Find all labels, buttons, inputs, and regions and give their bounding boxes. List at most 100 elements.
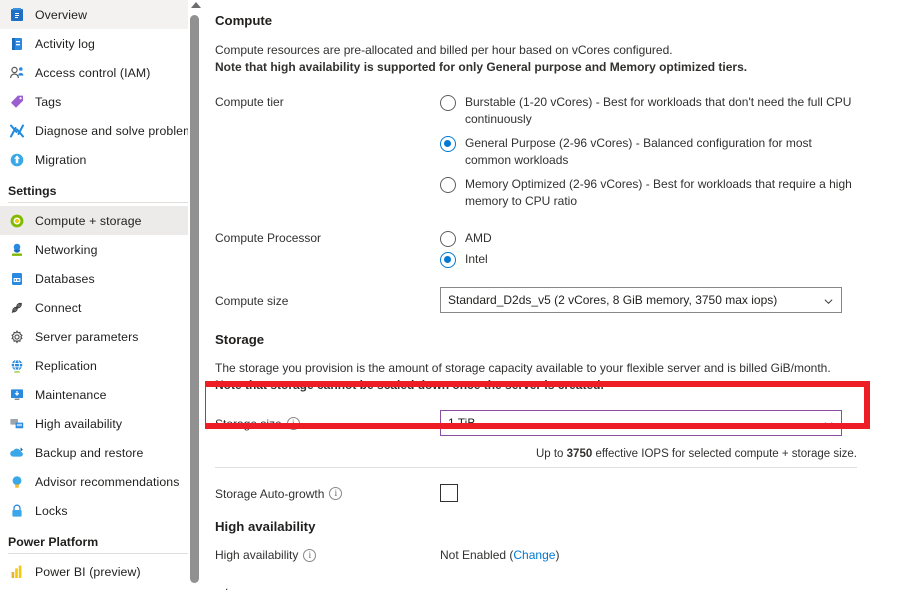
tags-icon [8, 93, 26, 111]
compute-size-dropdown[interactable]: Standard_D2ds_v5 (2 vCores, 8 GiB memory… [440, 287, 842, 313]
storage-size-field: 1 TiB [440, 410, 887, 436]
compute-tier-row: Compute tier Burstable (1-20 vCores) - B… [215, 94, 887, 217]
replication-icon [8, 357, 26, 375]
sidebar-divider-power-platform [8, 553, 191, 554]
sidebar-item-activity-log[interactable]: Activity log [0, 29, 205, 58]
high-availability-info-icon[interactable] [303, 548, 317, 562]
sidebar-item-label: Replication [35, 358, 97, 373]
high-availability-value-wrap: Not Enabled (Change) [440, 548, 887, 562]
sidebar-item-compute-storage[interactable]: Compute + storage [0, 206, 205, 235]
sidebar-item-label: Maintenance [35, 387, 107, 402]
storage-autogrowth-field [440, 484, 887, 502]
sidebar-item-label: Advisor recommendations [35, 474, 180, 489]
iops-hint: Up to 3750 effective IOPS for selected c… [215, 448, 857, 460]
compute-size-row: Compute size Standard_D2ds_v5 (2 vCores,… [215, 287, 887, 313]
sidebar-item-label: Connect [35, 300, 82, 315]
trailing-row: . [215, 578, 887, 593]
sidebar-item-label: Access control (IAM) [35, 65, 151, 80]
storage-autogrowth-label-wrap: Storage Auto-growth [215, 486, 440, 501]
sidebar-item-databases[interactable]: Databases [0, 264, 205, 293]
radio-amd-indicator[interactable] [440, 231, 456, 247]
radio-memory-optimized-indicator[interactable] [440, 177, 456, 193]
compute-size-label: Compute size [215, 293, 289, 308]
migration-icon [8, 151, 26, 169]
storage-divider [215, 467, 857, 468]
sidebar-item-overview[interactable]: Overview [0, 0, 205, 29]
server-parameters-icon [8, 328, 26, 346]
activity-log-icon [8, 35, 26, 53]
iops-hint-prefix: Up to [535, 448, 567, 460]
sidebar-item-backup-and-restore[interactable]: Backup and restore [0, 438, 205, 467]
compute-size-field: Standard_D2ds_v5 (2 vCores, 8 GiB memory… [440, 287, 887, 313]
scrollbar-thumb[interactable] [190, 15, 199, 583]
radio-amd[interactable]: AMD [440, 230, 887, 247]
radio-burstable-indicator[interactable] [440, 95, 456, 111]
sidebar-item-label: Migration [35, 152, 87, 167]
storage-autogrowth-checkbox[interactable] [440, 484, 458, 502]
radio-general-purpose-indicator[interactable] [440, 136, 456, 152]
sidebar-item-networking[interactable]: Networking [0, 235, 205, 264]
sidebar-scrollbar[interactable] [188, 0, 205, 594]
storage-size-info-icon[interactable] [286, 417, 300, 430]
compute-processor-options: AMD Intel [440, 230, 887, 268]
sidebar-item-power-bi[interactable]: Power BI (preview) [0, 557, 205, 586]
radio-burstable-label: Burstable (1-20 vCores) - Best for workl… [465, 95, 852, 126]
sidebar-divider-settings [8, 202, 191, 203]
high-availability-value: Not Enabled ( [440, 547, 514, 562]
high-availability-label-wrap: High availability [215, 547, 440, 562]
high-availability-change-link[interactable]: Change [513, 548, 555, 562]
radio-burstable[interactable]: Burstable (1-20 vCores) - Best for workl… [440, 94, 887, 127]
high-availability-label: High availability [215, 548, 299, 562]
storage-autogrowth-info-icon[interactable] [329, 487, 343, 500]
access-control-icon [8, 64, 26, 82]
compute-tier-label: Compute tier [215, 95, 284, 109]
sidebar-section-settings: Settings [8, 184, 57, 198]
chevron-down-icon [824, 422, 833, 428]
sidebar-item-locks[interactable]: Locks [0, 496, 205, 525]
storage-autogrowth-label: Storage Auto-growth [215, 486, 325, 501]
radio-general-purpose[interactable]: General Purpose (2-96 vCores) - Balanced… [440, 135, 887, 168]
radio-intel[interactable]: Intel [440, 251, 887, 268]
sidebar-item-access-control[interactable]: Access control (IAM) [0, 58, 205, 87]
storage-heading: Storage [215, 332, 265, 347]
diagnose-icon [8, 122, 26, 140]
iops-hint-suffix: effective IOPS for selected compute + st… [592, 448, 857, 460]
sidebar-item-label: Overview [35, 7, 88, 22]
sidebar-section-power-platform: Power Platform [8, 535, 99, 549]
sidebar-item-advisor-recommendations[interactable]: Advisor recommendations [0, 467, 205, 496]
main-content: Compute Compute resources are pre-alloca… [205, 0, 916, 594]
iops-hint-value: 3750 [566, 448, 593, 460]
radio-intel-indicator[interactable] [440, 252, 456, 268]
compute-storage-form: Compute Compute resources are pre-alloca… [215, 0, 887, 593]
iops-hint-wrap: Up to 3750 effective IOPS for selected c… [215, 448, 857, 460]
sidebar-item-maintenance[interactable]: Maintenance [0, 380, 205, 409]
radio-amd-label: AMD [465, 231, 492, 245]
high-availability-value-suffix: ) [555, 547, 560, 562]
sidebar-item-diagnose-and-solve-problems[interactable]: Diagnose and solve problems [0, 116, 205, 145]
networking-icon [8, 241, 26, 259]
sidebar-item-high-availability[interactable]: High availability [0, 409, 205, 438]
high-availability-heading: High availability [215, 519, 316, 534]
radio-memory-optimized[interactable]: Memory Optimized (2-96 vCores) - Best fo… [440, 176, 887, 209]
radio-memory-optimized-label: Memory Optimized (2-96 vCores) - Best fo… [465, 177, 852, 208]
sidebar-item-connect[interactable]: Connect [0, 293, 205, 322]
sidebar-item-migration[interactable]: Migration [0, 145, 205, 174]
compute-processor-row: Compute Processor AMD Intel [215, 230, 887, 268]
sidebar-item-label: Networking [35, 242, 98, 257]
sidebar-item-server-parameters[interactable]: Server parameters [0, 322, 205, 351]
azure-portal-compute-storage-page: Overview Activity log Access control (IA… [0, 0, 916, 594]
sidebar-item-label: Compute + storage [35, 213, 142, 228]
scroll-up-arrow-icon[interactable] [191, 2, 201, 8]
trailing-dot-wrap: . [215, 578, 440, 593]
sidebar-item-tags[interactable]: Tags [0, 87, 205, 116]
sidebar-item-replication[interactable]: Replication [0, 351, 205, 380]
storage-autogrowth-row: Storage Auto-growth [215, 484, 887, 502]
compute-processor-label-wrap: Compute Processor [215, 230, 440, 245]
overview-icon [8, 6, 26, 24]
storage-description-line2: Note that storage cannot be scaled down … [215, 377, 604, 392]
sidebar-item-label: Backup and restore [35, 445, 144, 460]
compute-description-line2: Note that high availability is supported… [215, 59, 748, 74]
radio-general-purpose-label: General Purpose (2-96 vCores) - Balanced… [465, 136, 812, 167]
storage-size-dropdown[interactable]: 1 TiB [440, 410, 842, 436]
sidebar-item-label: High availability [35, 416, 123, 431]
